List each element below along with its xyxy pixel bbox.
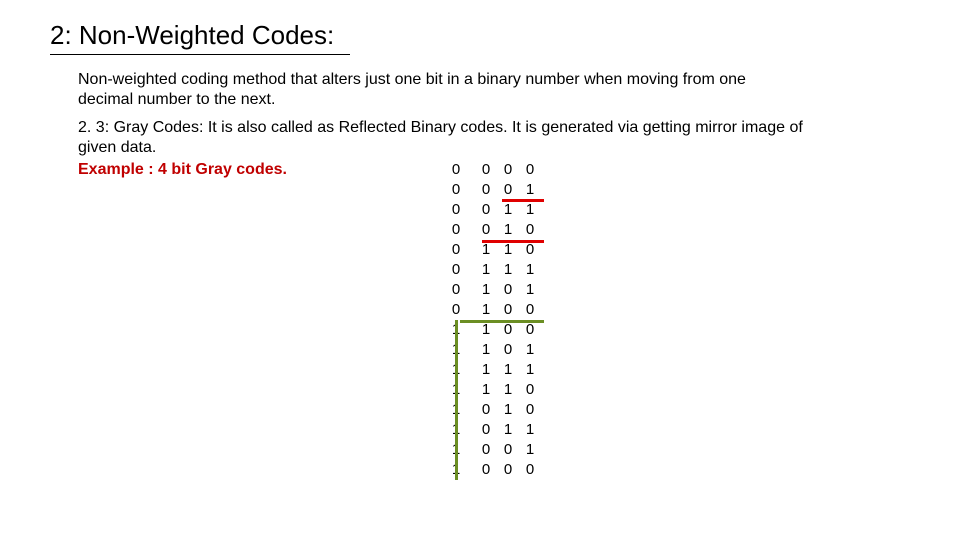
gray-code-bit: 0 <box>445 200 467 220</box>
reflection-line-2 <box>482 240 544 243</box>
slide-title: 2: Non-Weighted Codes: <box>50 20 334 51</box>
gray-code-row: 0110 <box>445 240 541 260</box>
gray-code-bit: 1 <box>475 240 497 260</box>
gray-code-bit: 0 <box>445 220 467 240</box>
gray-code-bit: 1 <box>519 340 541 360</box>
gray-code-row: 1100 <box>445 320 541 340</box>
gray-code-bit: 0 <box>445 260 467 280</box>
gray-code-bit: 0 <box>445 240 467 260</box>
gray-code-bit: 0 <box>445 160 467 180</box>
gray-code-row: 0101 <box>445 280 541 300</box>
reflection-line-1 <box>502 199 544 202</box>
gray-code-bit: 0 <box>445 180 467 200</box>
gray-code-bit: 0 <box>497 460 519 480</box>
gray-code-row: 0111 <box>445 260 541 280</box>
gray-code-bit: 0 <box>497 160 519 180</box>
gray-code-bit: 0 <box>519 240 541 260</box>
gray-code-bit: 0 <box>475 200 497 220</box>
gray-code-bit: 1 <box>519 180 541 200</box>
gray-code-bit: 1 <box>519 260 541 280</box>
gray-code-row: 0011 <box>445 200 541 220</box>
gray-code-bit: 0 <box>519 380 541 400</box>
gray-code-bit: 0 <box>519 320 541 340</box>
gray-code-bit: 1 <box>475 320 497 340</box>
gray-code-bit: 1 <box>519 420 541 440</box>
gray-code-bit: 0 <box>497 180 519 200</box>
gray-code-row: 0100 <box>445 300 541 320</box>
gray-code-bit: 1 <box>497 420 519 440</box>
gray-code-bit: 1 <box>497 260 519 280</box>
gray-code-row: 1101 <box>445 340 541 360</box>
gray-code-bit: 0 <box>445 300 467 320</box>
gray-code-row: 1111 <box>445 360 541 380</box>
example-label: Example : 4 bit Gray codes. <box>78 161 287 179</box>
gray-code-bit: 0 <box>519 460 541 480</box>
gray-code-row: 1001 <box>445 440 541 460</box>
gray-code-bit: 0 <box>497 280 519 300</box>
gray-code-bit: 1 <box>475 260 497 280</box>
gray-code-row: 1010 <box>445 400 541 420</box>
gray-code-bit: 0 <box>445 280 467 300</box>
gray-code-bit: 1 <box>497 200 519 220</box>
gray-code-row: 1110 <box>445 380 541 400</box>
gray-code-bit: 1 <box>497 360 519 380</box>
gray-code-bit: 1 <box>475 340 497 360</box>
gray-code-bit: 0 <box>475 420 497 440</box>
gray-code-bit: 0 <box>475 460 497 480</box>
paragraph-gray-codes: 2. 3: Gray Codes: It is also called as R… <box>78 118 818 158</box>
paragraph-intro: Non-weighted coding method that alters j… <box>78 70 758 110</box>
gray-code-row: 0001 <box>445 180 541 200</box>
gray-code-row: 0000 <box>445 160 541 180</box>
gray-code-bit: 1 <box>519 360 541 380</box>
gray-code-bit: 1 <box>475 300 497 320</box>
gray-code-bit: 1 <box>497 400 519 420</box>
gray-code-bit: 0 <box>519 400 541 420</box>
gray-code-bit: 0 <box>497 440 519 460</box>
gray-code-bit: 1 <box>519 280 541 300</box>
gray-code-bit: 1 <box>497 240 519 260</box>
gray-code-bit: 1 <box>497 220 519 240</box>
gray-code-bit: 1 <box>519 440 541 460</box>
gray-code-row: 1000 <box>445 460 541 480</box>
gray-code-bit: 1 <box>497 380 519 400</box>
gray-code-bit: 0 <box>475 180 497 200</box>
gray-code-bit: 0 <box>497 300 519 320</box>
slide: 2: Non-Weighted Codes: Non-weighted codi… <box>0 0 960 540</box>
gray-code-bit: 0 <box>475 440 497 460</box>
gray-code-bit: 1 <box>475 360 497 380</box>
gray-code-bit: 0 <box>519 160 541 180</box>
gray-code-bit: 0 <box>519 220 541 240</box>
gray-code-bit: 0 <box>475 160 497 180</box>
reflection-line-3 <box>460 320 544 323</box>
gray-code-bit: 1 <box>519 200 541 220</box>
gray-code-bit: 0 <box>475 220 497 240</box>
gray-code-row: 1011 <box>445 420 541 440</box>
gray-code-bit: 0 <box>475 400 497 420</box>
title-underline <box>50 54 350 55</box>
gray-code-bit: 1 <box>475 380 497 400</box>
gray-code-bit: 0 <box>497 320 519 340</box>
gray-code-row: 0010 <box>445 220 541 240</box>
gray-code-bit: 0 <box>497 340 519 360</box>
gray-code-bit: 0 <box>519 300 541 320</box>
reflection-line-vertical <box>455 320 458 480</box>
gray-code-bit: 1 <box>475 280 497 300</box>
